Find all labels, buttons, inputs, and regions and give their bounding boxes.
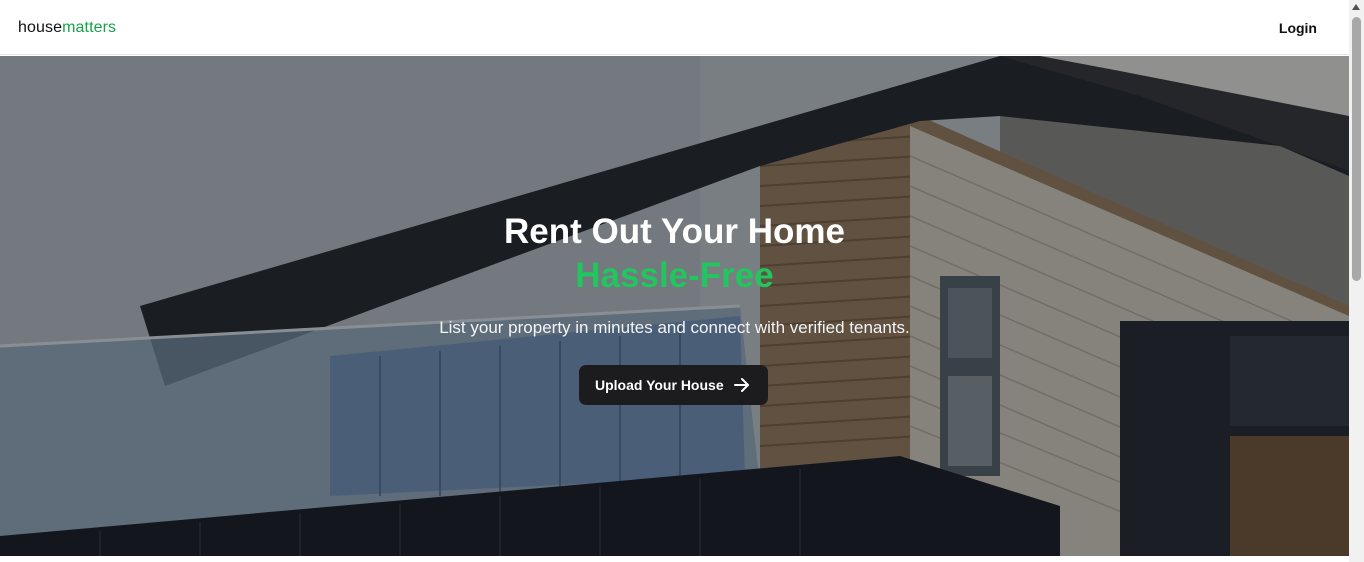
hero-section: Rent Out Your Home Hassle-Free List your… bbox=[0, 56, 1349, 556]
logo[interactable]: housematters bbox=[18, 18, 116, 38]
logo-text-matters: matters bbox=[62, 19, 117, 36]
hero-title-accent: Hassle-Free bbox=[575, 256, 774, 295]
hero-title: Rent Out Your Home bbox=[504, 212, 845, 251]
navbar: housematters Login bbox=[0, 0, 1349, 55]
scroll-up-arrow-icon[interactable] bbox=[1352, 4, 1360, 10]
hero-subtitle: List your property in minutes and connec… bbox=[439, 318, 910, 337]
arrow-right-icon bbox=[734, 378, 749, 392]
hero-overlay bbox=[0, 56, 1349, 556]
upload-house-label: Upload Your House bbox=[595, 377, 724, 393]
login-link[interactable]: Login bbox=[1279, 19, 1317, 37]
scrollbar-thumb[interactable] bbox=[1352, 17, 1361, 281]
page: housematters Login Rent Out Your Home Ha… bbox=[0, 0, 1349, 562]
vertical-scrollbar[interactable] bbox=[1349, 0, 1364, 562]
logo-text-house: house bbox=[18, 19, 63, 36]
upload-house-button[interactable]: Upload Your House bbox=[579, 365, 768, 405]
